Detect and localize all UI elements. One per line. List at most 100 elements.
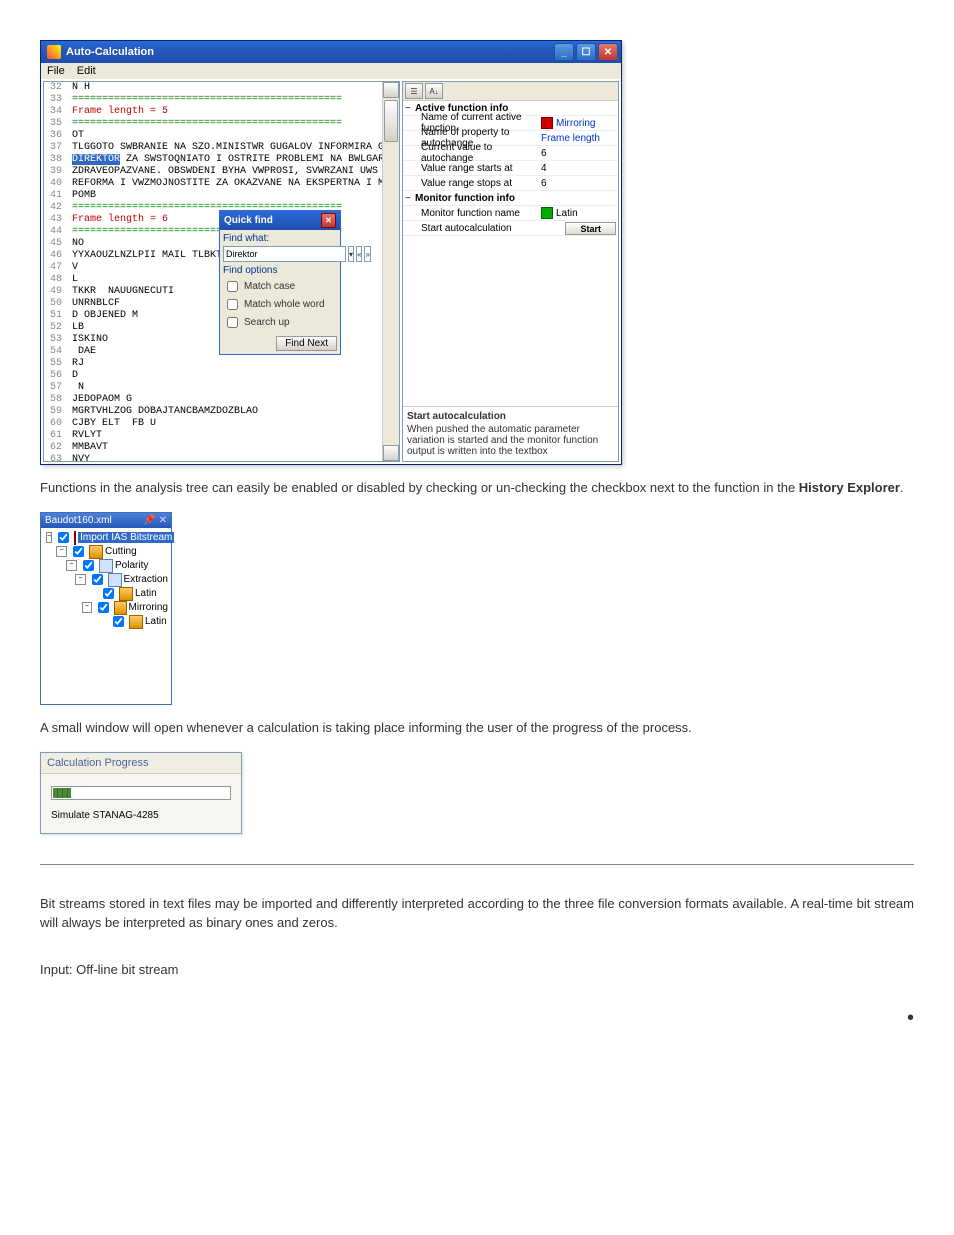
titlebar[interactable]: Auto-Calculation _ ☐ ✕	[41, 41, 621, 63]
prop-key: Monitor function name	[403, 208, 541, 219]
progress-bar-fill	[53, 788, 71, 798]
prop-toolbar: ☰ A↓	[403, 82, 618, 101]
quickfind-title: Quick find	[224, 215, 273, 226]
prop-key: Value range stops at	[403, 178, 541, 189]
tree-checkbox[interactable]	[92, 574, 103, 585]
search-up-check[interactable]: Search up	[223, 314, 337, 331]
prop-section-monitor[interactable]: Monitor function info	[403, 193, 535, 204]
quickfind-titlebar[interactable]: Quick find ✕	[220, 211, 340, 230]
body-paragraph: Functions in the analysis tree can easil…	[40, 479, 914, 498]
tree-item-icon	[108, 573, 122, 587]
prop-val[interactable]: Mirroring	[541, 117, 618, 129]
prop-val: Start	[541, 222, 618, 235]
tree-item-label: Mirroring	[129, 602, 168, 613]
tree-body: −Import IAS Bitstream−Cutting−Polarity−E…	[41, 528, 171, 704]
tree-titlebar[interactable]: Baudot160.xml 📌 ✕	[41, 513, 171, 528]
progress-text: Simulate STANAG-4285	[41, 806, 241, 825]
tree-node[interactable]: − Mirroring	[44, 601, 168, 615]
match-case-box[interactable]	[227, 281, 238, 292]
tree-pin-icon[interactable]: 📌	[143, 515, 155, 526]
tree-item-icon	[74, 531, 76, 545]
match-whole-check[interactable]: Match whole word	[223, 296, 337, 313]
find-dropdown-icon[interactable]: ▾	[348, 246, 354, 262]
calc-progress-panel: Calculation Progress Simulate STANAG-428…	[40, 752, 242, 834]
vertical-scrollbar[interactable]	[382, 82, 399, 461]
prop-key: Value range starts at	[403, 163, 541, 174]
tree-node[interactable]: Latin	[44, 587, 168, 601]
function-icon	[541, 207, 553, 219]
code-pane[interactable]: 32 N H33 ===============================…	[43, 81, 400, 462]
tree-item-label: Cutting	[105, 546, 137, 557]
close-button[interactable]: ✕	[598, 43, 618, 61]
description-title: Start autocalculation	[407, 411, 614, 422]
prop-val[interactable]: 4	[541, 163, 618, 174]
divider	[40, 864, 914, 865]
prop-val[interactable]: Frame length	[541, 133, 618, 144]
search-up-box[interactable]	[227, 317, 238, 328]
tree-expand-icon[interactable]: −	[82, 602, 92, 613]
match-case-check[interactable]: Match case	[223, 278, 337, 295]
tree-item-icon	[114, 601, 127, 615]
tree-node[interactable]: − Cutting	[44, 545, 168, 559]
categorized-icon[interactable]: ☰	[405, 83, 423, 99]
tree-checkbox[interactable]	[103, 588, 114, 599]
tree-expand-icon[interactable]: −	[66, 560, 77, 571]
alphabetical-icon[interactable]: A↓	[425, 83, 443, 99]
find-options-label: Find options	[223, 265, 337, 276]
tree-node[interactable]: −Import IAS Bitstream	[44, 531, 168, 545]
prop-val[interactable]: 6	[541, 148, 618, 159]
tree-node[interactable]: − Polarity	[44, 559, 168, 573]
tree-checkbox[interactable]	[83, 560, 94, 571]
match-whole-box[interactable]	[227, 299, 238, 310]
description-box: Start autocalculation When pushed the au…	[403, 406, 618, 461]
progress-bar	[51, 786, 231, 800]
find-prev-icon[interactable]: «	[356, 246, 362, 262]
tree-item-label: Extraction	[124, 574, 168, 585]
prop-key: Current value to autochange	[403, 142, 541, 164]
prop-val[interactable]: Latin	[541, 207, 618, 219]
maximize-button[interactable]: ☐	[576, 43, 596, 61]
function-icon	[541, 117, 553, 129]
scrollbar-thumb[interactable]	[384, 100, 398, 142]
tree-checkbox[interactable]	[58, 532, 69, 543]
tree-expand-icon[interactable]: −	[56, 546, 67, 557]
app-icon	[47, 45, 61, 59]
tree-item-icon	[99, 559, 113, 573]
find-next-button[interactable]: Find Next	[276, 336, 337, 351]
tree-expand-icon[interactable]: −	[46, 532, 52, 543]
start-button[interactable]: Start	[565, 222, 616, 235]
tree-close-icon[interactable]: ✕	[159, 515, 167, 526]
tree-checkbox[interactable]	[98, 602, 109, 613]
preview-area	[403, 236, 618, 406]
calc-progress-title: Calculation Progress	[41, 753, 241, 774]
menu-edit[interactable]: Edit	[77, 65, 96, 77]
autocalc-window: Auto-Calculation _ ☐ ✕ File Edit 32 N H3…	[40, 40, 622, 465]
tree-item-icon	[129, 615, 143, 629]
input-line: Input: Off-line bit stream	[40, 962, 914, 977]
property-pane: ☰ A↓ Active function info Name of curren…	[402, 81, 619, 462]
tree-item-icon	[89, 545, 103, 559]
tree-item-label: Polarity	[115, 560, 148, 571]
tree-item-icon	[119, 587, 133, 601]
tree-node[interactable]: − Extraction	[44, 573, 168, 587]
tree-checkbox[interactable]	[73, 546, 84, 557]
history-explorer: Baudot160.xml 📌 ✕ −Import IAS Bitstream−…	[40, 512, 172, 705]
prop-key: Start autocalculation	[403, 223, 541, 234]
menu-file[interactable]: File	[47, 65, 65, 77]
tree-filename: Baudot160.xml	[45, 515, 112, 526]
tree-node[interactable]: Latin	[44, 615, 168, 629]
prop-val[interactable]: 6	[541, 178, 618, 189]
tree-checkbox[interactable]	[113, 616, 124, 627]
quickfind-close-icon[interactable]: ✕	[321, 213, 336, 228]
find-input[interactable]	[223, 246, 346, 262]
tree-item-label: Latin	[145, 616, 167, 627]
window-title: Auto-Calculation	[66, 46, 549, 58]
minimize-button[interactable]: _	[554, 43, 574, 61]
quickfind-dialog: Quick find ✕ Find what: ▾ « » Find optio…	[219, 210, 341, 355]
tree-item-label: Import IAS Bitstream	[78, 532, 174, 543]
body-paragraph: Bit streams stored in text files may be …	[40, 895, 914, 933]
tree-expand-icon[interactable]: −	[75, 574, 86, 585]
page-bullet: •	[40, 1007, 914, 1030]
menubar: File Edit	[41, 63, 621, 79]
find-next-icon[interactable]: »	[364, 246, 370, 262]
